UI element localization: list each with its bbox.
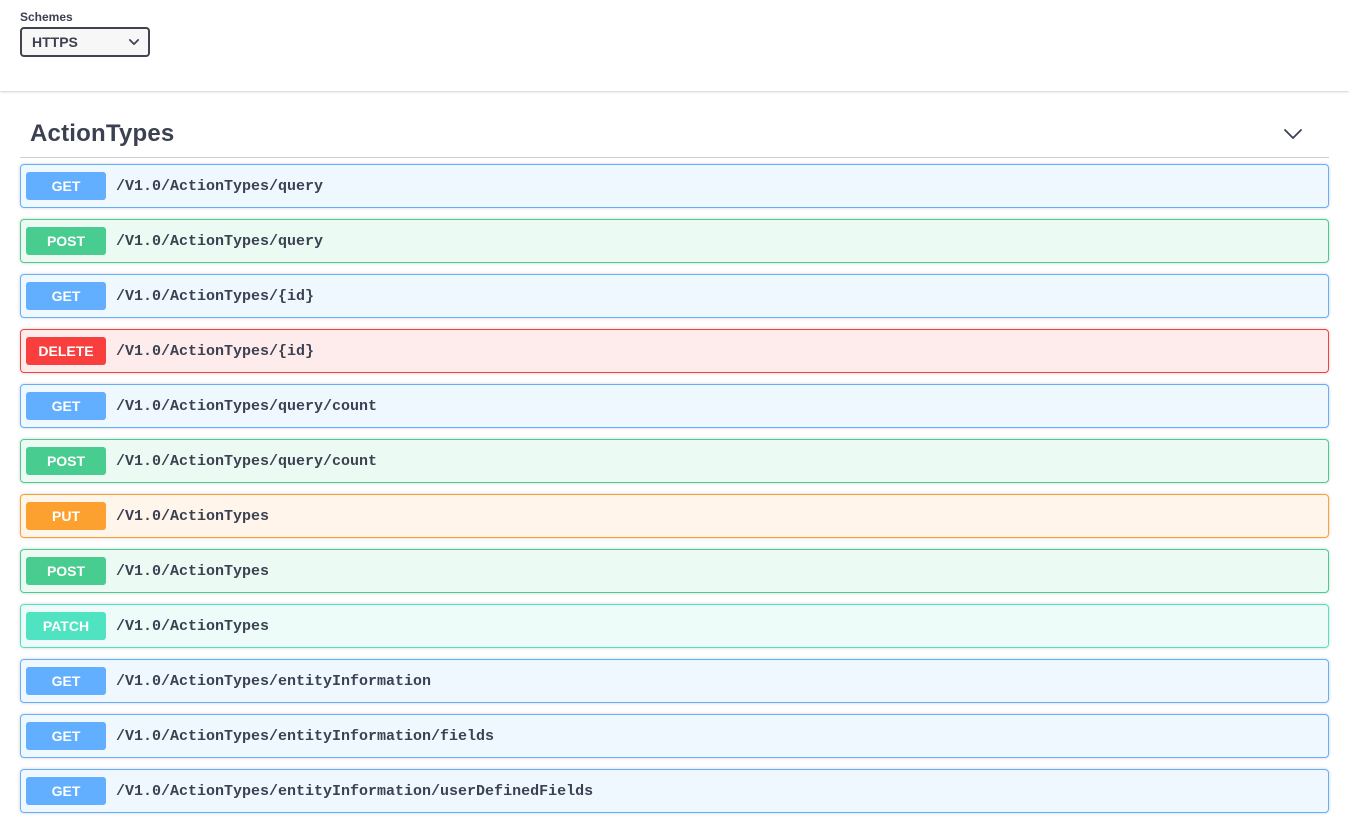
chevron-down-icon[interactable] <box>1281 122 1305 146</box>
endpoint-path: /V1.0/ActionTypes <box>106 508 279 525</box>
swagger-page: Schemes HTTPS ActionTypes GET /V1.0/Acti… <box>0 0 1349 813</box>
endpoint-row[interactable]: POST /V1.0/ActionTypes <box>20 549 1329 593</box>
method-badge: PATCH <box>26 612 106 640</box>
section-title: ActionTypes <box>30 120 174 148</box>
method-badge: GET <box>26 722 106 750</box>
schemes-label: Schemes <box>20 10 1329 24</box>
endpoint-path: /V1.0/ActionTypes/query <box>106 178 333 195</box>
endpoint-path: /V1.0/ActionTypes <box>106 618 279 635</box>
endpoint-path: /V1.0/ActionTypes/{id} <box>106 288 324 305</box>
endpoint-row[interactable]: GET /V1.0/ActionTypes/query <box>20 164 1329 208</box>
api-section: ActionTypes GET /V1.0/ActionTypes/query … <box>0 91 1349 813</box>
endpoint-list: GET /V1.0/ActionTypes/query POST /V1.0/A… <box>20 164 1329 813</box>
section-header[interactable]: ActionTypes <box>20 111 1329 158</box>
method-badge: POST <box>26 447 106 475</box>
schemes-bar: Schemes HTTPS <box>0 0 1349 91</box>
method-badge: GET <box>26 282 106 310</box>
endpoint-path: /V1.0/ActionTypes/{id} <box>106 343 324 360</box>
endpoint-path: /V1.0/ActionTypes/entityInformation/fiel… <box>106 728 504 745</box>
method-badge: GET <box>26 667 106 695</box>
method-badge: POST <box>26 557 106 585</box>
endpoint-row[interactable]: DELETE /V1.0/ActionTypes/{id} <box>20 329 1329 373</box>
endpoint-row[interactable]: GET /V1.0/ActionTypes/query/count <box>20 384 1329 428</box>
endpoint-path: /V1.0/ActionTypes/query <box>106 233 333 250</box>
scheme-select-input[interactable]: HTTPS <box>20 27 150 57</box>
endpoint-path: /V1.0/ActionTypes/entityInformation <box>106 673 441 690</box>
endpoint-path: /V1.0/ActionTypes <box>106 563 279 580</box>
endpoint-path: /V1.0/ActionTypes/query/count <box>106 453 387 470</box>
method-badge: POST <box>26 227 106 255</box>
method-badge: DELETE <box>26 337 106 365</box>
method-badge: PUT <box>26 502 106 530</box>
endpoint-row[interactable]: GET /V1.0/ActionTypes/entityInformation <box>20 659 1329 703</box>
endpoint-path: /V1.0/ActionTypes/entityInformation/user… <box>106 783 603 800</box>
method-badge: GET <box>26 777 106 805</box>
method-badge: GET <box>26 392 106 420</box>
endpoint-path: /V1.0/ActionTypes/query/count <box>106 398 387 415</box>
endpoint-row[interactable]: GET /V1.0/ActionTypes/entityInformation/… <box>20 714 1329 758</box>
endpoint-row[interactable]: POST /V1.0/ActionTypes/query/count <box>20 439 1329 483</box>
method-badge: GET <box>26 172 106 200</box>
endpoint-row[interactable]: POST /V1.0/ActionTypes/query <box>20 219 1329 263</box>
endpoint-row[interactable]: GET /V1.0/ActionTypes/{id} <box>20 274 1329 318</box>
endpoint-row[interactable]: PATCH /V1.0/ActionTypes <box>20 604 1329 648</box>
endpoint-row[interactable]: GET /V1.0/ActionTypes/entityInformation/… <box>20 769 1329 813</box>
scheme-select[interactable]: HTTPS <box>20 27 150 57</box>
endpoint-row[interactable]: PUT /V1.0/ActionTypes <box>20 494 1329 538</box>
